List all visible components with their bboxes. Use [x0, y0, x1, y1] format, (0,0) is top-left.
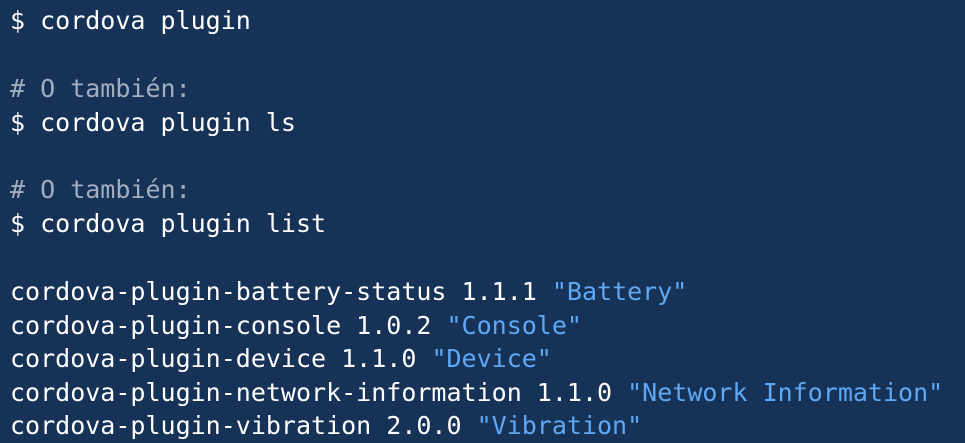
command-line: $ cordova plugin list: [10, 209, 327, 238]
comment-line: # O también:: [10, 74, 191, 103]
plugin-label: "Network Information": [627, 378, 944, 407]
plugin-list-item: cordova-plugin-console 1.0.2 "Console": [10, 309, 582, 343]
plugin-name-version: cordova-plugin-console 1.0.2: [10, 311, 447, 340]
plugin-label: "Battery": [551, 277, 688, 306]
comment-line: # O también:: [10, 175, 191, 204]
plugin-list-item: cordova-plugin-battery-status 1.1.1 "Bat…: [10, 275, 687, 309]
command-line: $ cordova plugin: [10, 6, 251, 35]
plugin-name-version: cordova-plugin-network-information 1.1.0: [10, 378, 628, 407]
plugin-name-version: cordova-plugin-device 1.1.0: [10, 344, 432, 373]
plugin-list-item: cordova-plugin-network-information 1.1.0…: [10, 376, 943, 410]
plugin-label: "Vibration": [476, 411, 643, 440]
plugin-list-item: cordova-plugin-vibration 2.0.0 "Vibratio…: [10, 409, 642, 443]
plugin-label: "Device": [431, 344, 552, 373]
plugin-label: "Console": [446, 311, 582, 340]
plugin-name-version: cordova-plugin-vibration 2.0.0: [10, 411, 477, 440]
terminal-output: $ cordova plugin # O también: $ cordova …: [0, 0, 965, 443]
plugin-list-item: cordova-plugin-device 1.1.0 "Device": [10, 342, 552, 376]
command-line: $ cordova plugin ls: [10, 108, 296, 137]
plugin-name-version: cordova-plugin-battery-status 1.1.1: [10, 277, 552, 306]
